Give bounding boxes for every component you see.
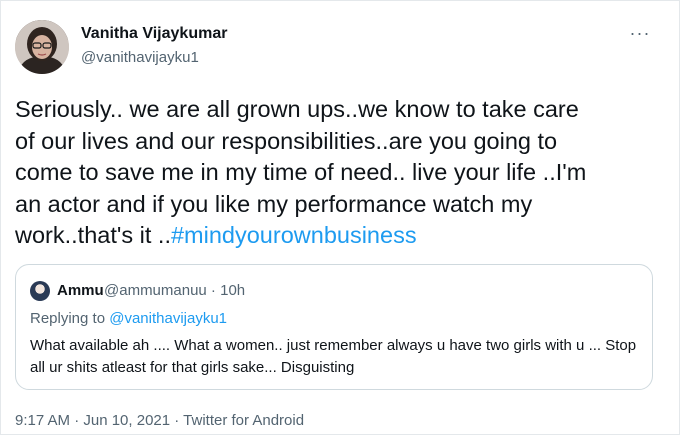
author-handle[interactable]: @vanithavijayku1 bbox=[81, 49, 199, 66]
replying-handle-link[interactable]: @vanithavijayku1 bbox=[109, 310, 227, 327]
author-name[interactable]: Vanitha Vijaykumar bbox=[81, 25, 227, 43]
replying-prefix: Replying to bbox=[30, 310, 110, 327]
quoted-tweet[interactable]: Ammu @ammumanuu · 10h Replying to @vanit… bbox=[15, 264, 653, 390]
replying-to: Replying to @vanithavijayku1 bbox=[30, 310, 227, 327]
quoted-author-avatar[interactable] bbox=[30, 281, 50, 301]
more-options-button[interactable]: ··· bbox=[625, 23, 655, 43]
more-horizontal-icon: ··· bbox=[629, 22, 651, 43]
quoted-tweet-text: What available ah .... What a women.. ju… bbox=[30, 337, 637, 376]
tweet-timestamp[interactable]: 9:17 AM · Jun 10, 2021 · Twitter for And… bbox=[15, 412, 304, 429]
hashtag-link[interactable]: #mindyourownbusiness bbox=[171, 222, 417, 248]
quoted-author-name[interactable]: Ammu bbox=[57, 282, 104, 299]
avatar-image bbox=[15, 20, 69, 74]
author-avatar[interactable] bbox=[15, 20, 69, 74]
tweet-text: Seriously.. we are all grown ups..we kno… bbox=[15, 94, 665, 252]
tweet-card: Vanitha Vijaykumar @vanithavijayku1 ··· … bbox=[0, 0, 680, 435]
quoted-author-meta[interactable]: @ammumanuu · 10h bbox=[104, 282, 245, 299]
